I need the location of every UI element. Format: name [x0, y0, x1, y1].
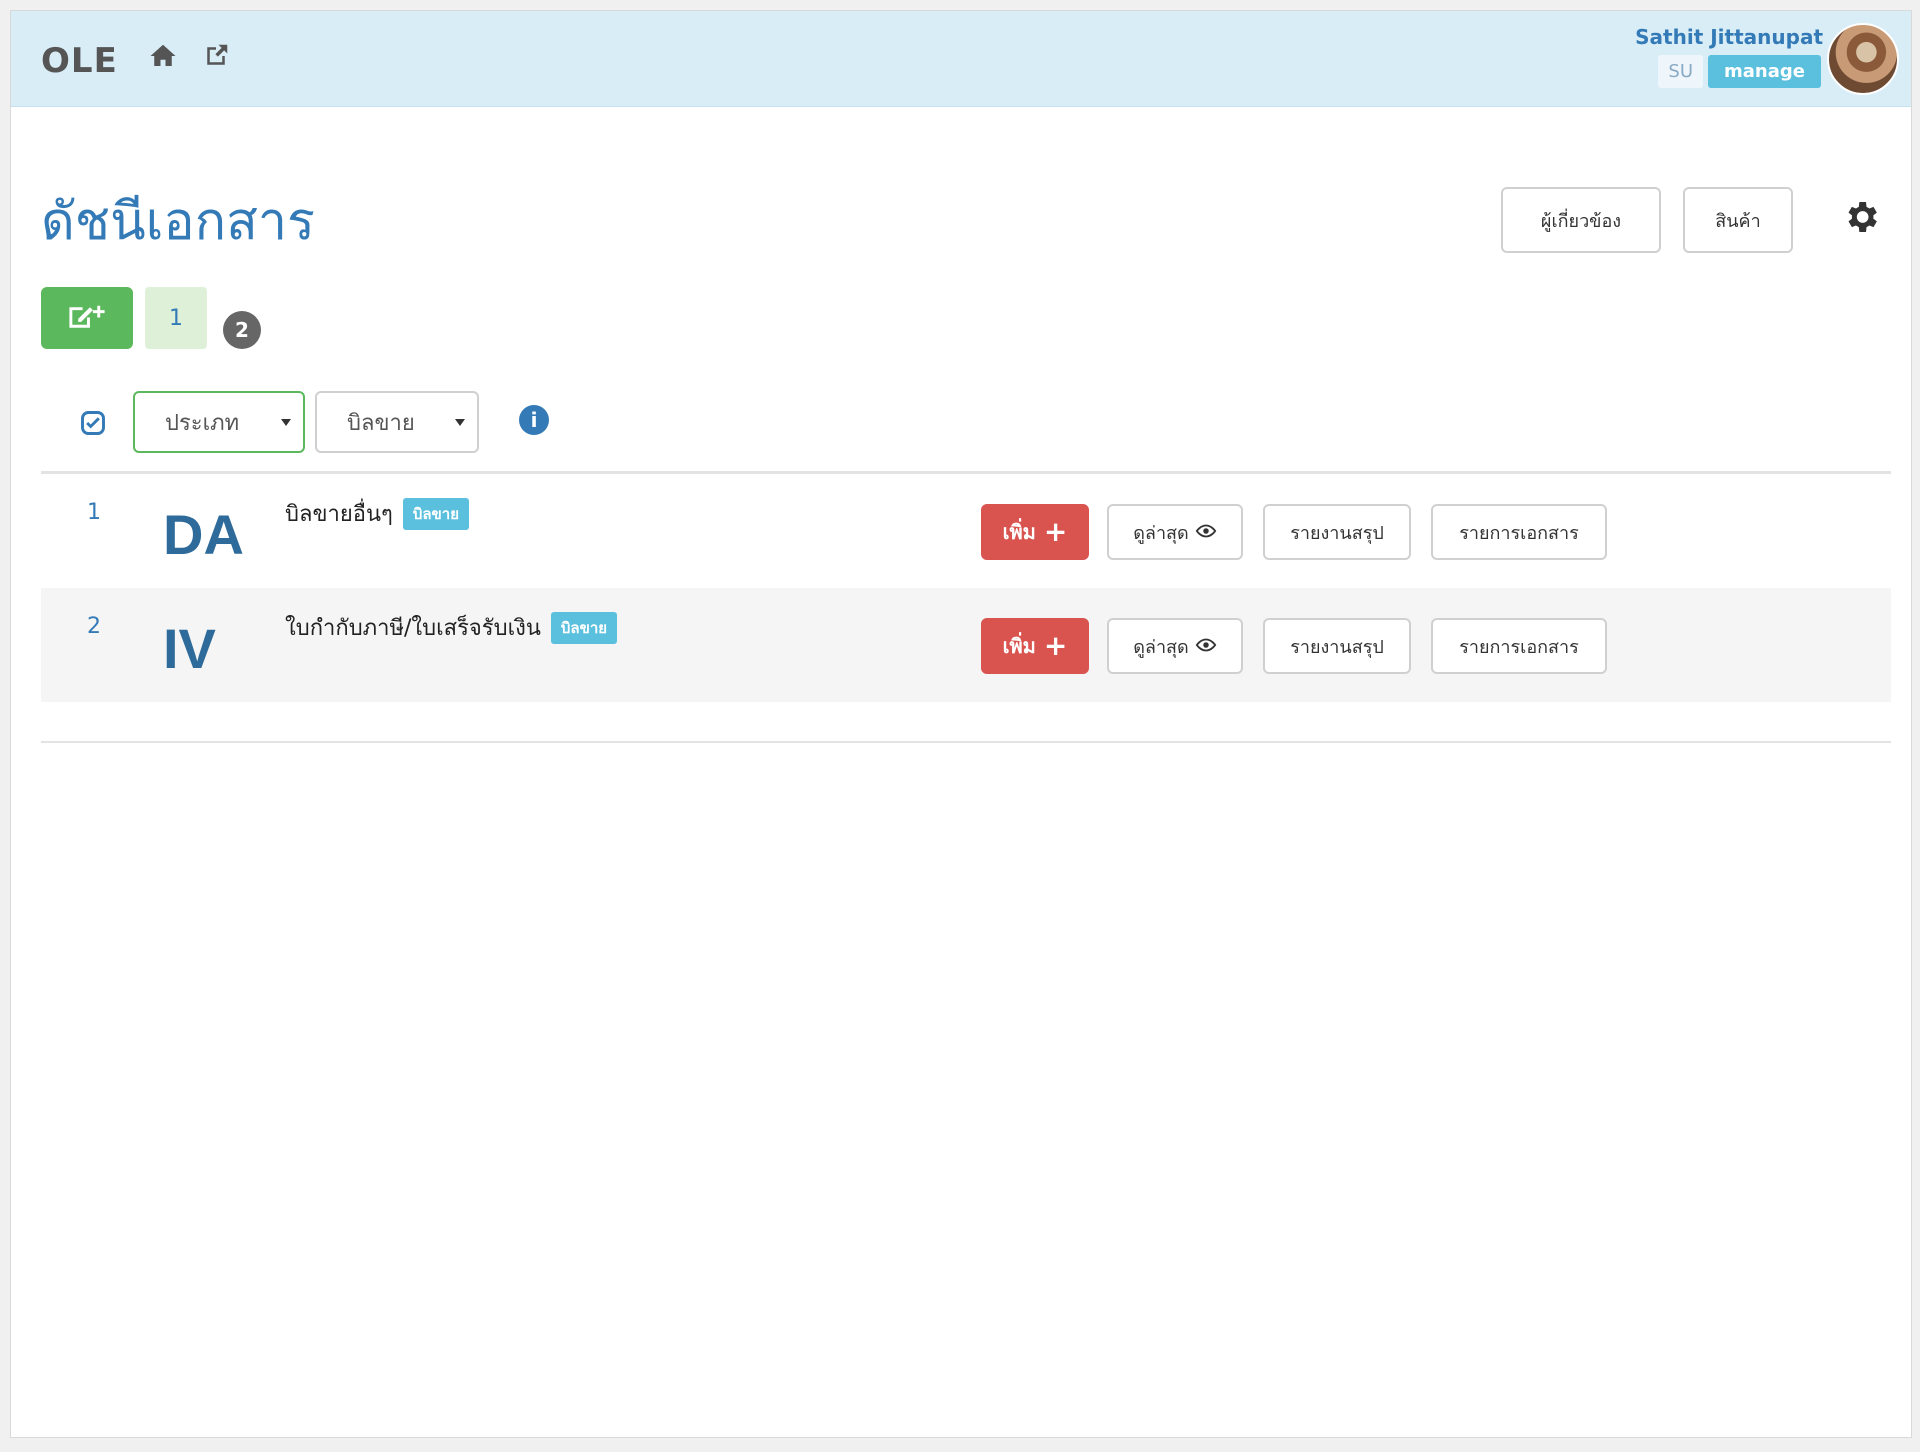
row-number: 1	[87, 500, 101, 525]
products-button[interactable]: สินค้า	[1683, 187, 1793, 253]
summary-report-button[interactable]: รายงานสรุป	[1263, 504, 1411, 560]
brand-logo[interactable]: OLE	[41, 41, 118, 81]
top-navbar: OLE Sathit Jittanupat SU manage	[11, 11, 1911, 107]
view-latest-label: ดูล่าสุด	[1133, 636, 1189, 658]
eye-icon	[1195, 636, 1217, 657]
doc-tag: บิลขาย	[402, 497, 469, 530]
doc-tag: บิลขาย	[550, 611, 618, 644]
related-parties-button[interactable]: ผู้เกี่ยวข้อง	[1501, 187, 1661, 253]
doc-name-text[interactable]: ใบกำกับภาษี/ใบเสร็จรับเงิน	[285, 610, 541, 645]
doc-name-text[interactable]: บิลขายอื่นๆ	[285, 496, 393, 531]
table-bottom-divider	[41, 741, 1891, 743]
add-button[interactable]: เพิ่ม +	[981, 504, 1089, 560]
external-link-icon[interactable]	[199, 41, 233, 75]
view-latest-button[interactable]: ดูล่าสุด	[1107, 504, 1243, 560]
page-title: ดัชนีเอกสาร	[41, 192, 315, 252]
table-row: 1 DA บิลขายอื่นๆ บิลขาย เพิ่ม + ดูล่าสุด…	[41, 474, 1891, 588]
summary-report-button[interactable]: รายงานสรุป	[1263, 618, 1411, 674]
info-icon[interactable]: i	[519, 405, 549, 435]
edit-plus-icon	[65, 301, 109, 335]
type-select-value: ประเภท	[165, 410, 240, 436]
doc-name: บิลขายอื่นๆ บิลขาย	[285, 496, 469, 531]
type-select[interactable]: ประเภท	[133, 391, 305, 453]
role-badge: SU	[1658, 55, 1703, 88]
app-window: OLE Sathit Jittanupat SU manage ดัชนีเอก…	[10, 10, 1912, 1438]
eye-icon	[1195, 522, 1217, 543]
chevron-down-icon	[455, 419, 465, 426]
new-document-button[interactable]	[41, 287, 133, 349]
document-list-button[interactable]: รายการเอกสาร	[1431, 504, 1607, 560]
user-name-link[interactable]: Sathit Jittanupat	[1635, 25, 1823, 49]
view-latest-label: ดูล่าสุด	[1133, 522, 1189, 544]
count-badge: 2	[223, 311, 261, 349]
manage-badge[interactable]: manage	[1708, 55, 1821, 88]
add-button[interactable]: เพิ่ม +	[981, 618, 1089, 674]
category-select-value: บิลขาย	[347, 410, 415, 436]
home-icon[interactable]	[146, 41, 180, 75]
check-square-icon[interactable]	[79, 409, 107, 437]
plus-icon: +	[1043, 629, 1068, 662]
category-select[interactable]: บิลขาย	[315, 391, 479, 453]
document-list-button[interactable]: รายการเอกสาร	[1431, 618, 1607, 674]
plus-icon: +	[1043, 515, 1068, 548]
table-row: 2 IV ใบกำกับภาษี/ใบเสร็จรับเงิน บิลขาย เ…	[41, 588, 1891, 702]
doc-code[interactable]: DA	[163, 502, 244, 567]
row-number: 2	[87, 614, 101, 639]
view-latest-button[interactable]: ดูล่าสุด	[1107, 618, 1243, 674]
avatar[interactable]	[1827, 23, 1899, 95]
add-button-label: เพิ่ม	[1002, 634, 1036, 658]
gear-icon[interactable]	[1839, 197, 1883, 241]
add-button-label: เพิ่ม	[1002, 520, 1036, 544]
doc-name: ใบกำกับภาษี/ใบเสร็จรับเงิน บิลขาย	[285, 610, 618, 645]
chevron-down-icon	[281, 419, 291, 426]
page-number[interactable]: 1	[145, 287, 207, 349]
doc-code[interactable]: IV	[163, 616, 216, 681]
